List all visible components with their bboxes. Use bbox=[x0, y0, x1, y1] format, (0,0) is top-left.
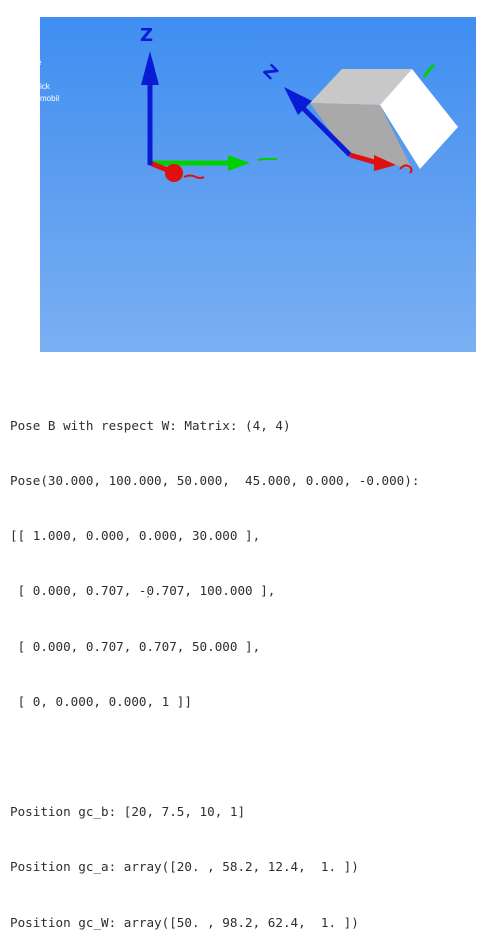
hud-line: e bbox=[40, 57, 56, 69]
scene-canvas: Z Z bbox=[140, 25, 458, 182]
console-output: Pose B with respect W: Matrix: (4, 4) Po… bbox=[10, 380, 492, 950]
frame-w: Z bbox=[140, 25, 277, 182]
frame-w-y-label bbox=[257, 158, 277, 161]
frame-w-z-arrowhead bbox=[141, 51, 159, 85]
console-line: [[ 1.000, 0.000, 0.000, 30.000 ], bbox=[10, 528, 261, 544]
console-line: [ 0.000, 0.707, 0.707, 50.000 ], bbox=[10, 638, 261, 654]
console-line: Pose(30.000, 100.000, 50.000, 45.000, 0.… bbox=[10, 473, 420, 489]
frame-b: Z bbox=[259, 61, 458, 174]
hud-line: mobil bbox=[40, 94, 60, 103]
hud-line: ick bbox=[40, 82, 50, 91]
frame-w-y-arrowhead bbox=[228, 155, 250, 171]
console-line: Position gc_W: array([50. , 98.2, 62.4, … bbox=[10, 914, 359, 930]
hud-line bbox=[40, 69, 56, 81]
frame-w-x-arrowhead bbox=[165, 164, 183, 182]
frame-b-z-label: Z bbox=[259, 61, 282, 84]
console-line: [ 0, 0.000, 0.000, 1 ]] bbox=[10, 693, 192, 709]
console-line: [ 0.000, 0.707, -0.707, 100.000 ], bbox=[10, 583, 276, 599]
console-cut-off-line: ' bbox=[145, 596, 152, 603]
frame-b-y-axis bbox=[422, 63, 436, 78]
frame-w-z-label: Z bbox=[140, 25, 153, 46]
3d-viewport[interactable]: Z Z e ick mobil bbox=[40, 17, 476, 352]
frame-w-x-label bbox=[183, 174, 205, 179]
console-line: Position gc_a: array([20. , 58.2, 12.4, … bbox=[10, 859, 359, 875]
console-line: Position gc_b: [20, 7.5, 10, 1] bbox=[10, 804, 246, 820]
console-line: Pose B with respect W: Matrix: (4, 4) bbox=[10, 417, 291, 433]
viewport-hud: e ick mobil bbox=[40, 57, 59, 105]
